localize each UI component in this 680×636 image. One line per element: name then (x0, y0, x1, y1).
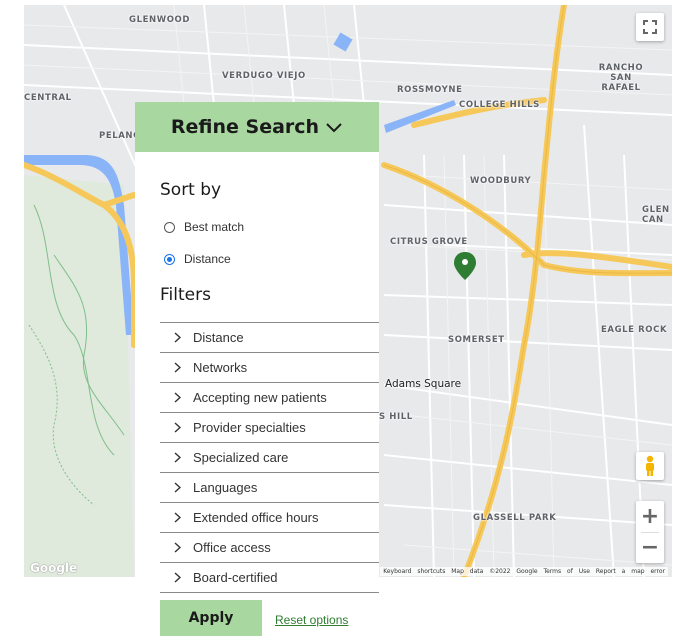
chevron-right-icon (174, 422, 184, 433)
map-label: RANCHO SAN RAFAEL (598, 63, 644, 93)
chevron-right-icon (174, 452, 184, 463)
filter-languages[interactable]: Languages (160, 472, 379, 502)
zoom-in-button[interactable]: + (636, 502, 664, 532)
map-label: GLENWOOD (129, 15, 190, 25)
filter-label: Office access (193, 540, 271, 555)
chevron-right-icon (174, 332, 184, 343)
refine-search-header[interactable]: Refine Search (135, 102, 379, 152)
filters-heading: Filters (160, 285, 211, 305)
chevron-right-icon (174, 512, 184, 523)
refine-search-title: Refine Search (170, 116, 320, 138)
filter-office-access[interactable]: Office access (160, 532, 379, 562)
filter-distance[interactable]: Distance (160, 322, 379, 352)
filter-extended-office-hours[interactable]: Extended office hours (160, 502, 379, 532)
filter-label: Provider specialties (193, 420, 306, 435)
filter-label: Board-certified (193, 570, 278, 585)
sort-option-label: Best match (184, 220, 245, 234)
zoom-out-button[interactable]: − (636, 533, 664, 563)
map-label: CITRUS GROVE (390, 237, 468, 247)
fullscreen-button[interactable] (636, 13, 664, 41)
map-label: ROSSMOYNE (397, 85, 463, 95)
zoom-control: + − (636, 501, 664, 563)
chevron-right-icon (174, 482, 184, 493)
map-attribution[interactable]: Keyboard shortcuts Map data ©2022 Google… (380, 567, 668, 576)
sort-option-best-match[interactable]: Best match (164, 220, 244, 234)
chevron-right-icon (174, 362, 184, 373)
sort-option-distance[interactable]: Distance (164, 252, 231, 266)
reset-options-link[interactable]: Reset options (275, 613, 348, 627)
filter-label: Specialized care (193, 450, 289, 465)
map-label: COLLEGE HILLS (459, 100, 540, 110)
filter-label: Accepting new patients (193, 390, 327, 405)
map-label: GLEN CAN (642, 205, 670, 225)
chevron-right-icon (174, 392, 184, 403)
map-label: EAGLE ROCK (601, 325, 668, 335)
google-logo[interactable]: Google (30, 561, 77, 575)
filter-label: Extended office hours (193, 510, 319, 525)
chevron-right-icon (174, 572, 184, 583)
map-label: SOMERSET (448, 335, 505, 345)
map-label: WOODBURY (470, 176, 532, 186)
filter-label: Networks (193, 360, 248, 375)
radio-button-selected[interactable] (164, 253, 175, 265)
filter-board-certified[interactable]: Board-certified (160, 562, 379, 593)
map-label: VERDUGO VIEJO (222, 71, 306, 81)
map-label: Adams Square (385, 378, 462, 390)
chevron-down-icon (326, 123, 342, 133)
map-label: S HILL (379, 412, 413, 422)
map-label: CENTRAL (24, 93, 72, 103)
map-label: GLASSELL PARK (473, 513, 557, 523)
pegman-icon (646, 455, 654, 476)
street-view-pegman-button[interactable] (636, 452, 664, 480)
chevron-right-icon (174, 542, 184, 553)
filters-list: Distance Networks Accepting new patients… (160, 322, 379, 593)
fullscreen-icon (643, 20, 657, 34)
apply-button[interactable]: Apply (160, 600, 262, 636)
sort-by-heading: Sort by (160, 180, 222, 200)
filter-specialized-care[interactable]: Specialized care (160, 442, 379, 472)
filter-networks[interactable]: Networks (160, 352, 379, 382)
map-label: PELANC (99, 131, 140, 141)
sort-option-label: Distance (184, 252, 231, 266)
filter-accepting-new-patients[interactable]: Accepting new patients (160, 382, 379, 412)
filter-provider-specialties[interactable]: Provider specialties (160, 412, 379, 442)
refine-search-panel: Refine Search Sort by Best match Distanc… (135, 102, 379, 593)
radio-button[interactable] (164, 221, 175, 233)
filter-label: Languages (193, 480, 258, 495)
filter-label: Distance (193, 330, 244, 345)
